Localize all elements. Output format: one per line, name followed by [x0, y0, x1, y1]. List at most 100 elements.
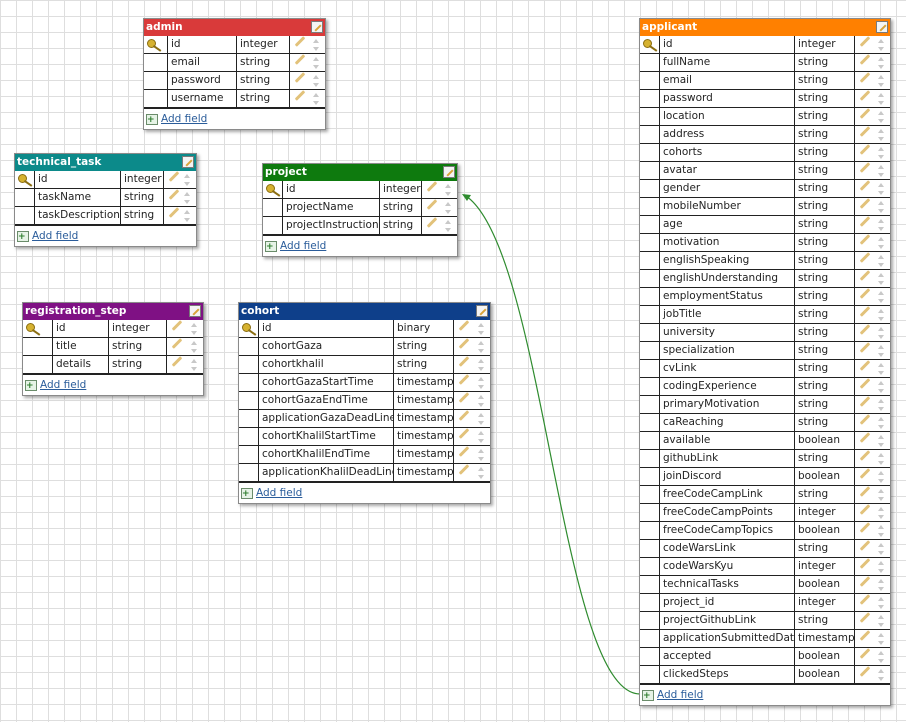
edit-field-pencil-icon[interactable]: [859, 252, 871, 263]
add-field-link[interactable]: Add field: [280, 240, 326, 252]
field-row[interactable]: caReaching string: [640, 414, 890, 432]
field-row[interactable]: cohortGazaEndTime timestamp: [239, 392, 490, 410]
field-row[interactable]: mobileNumber string: [640, 198, 890, 216]
edit-field-pencil-icon[interactable]: [859, 432, 871, 443]
reorder-arrows-icon[interactable]: [478, 467, 485, 479]
add-field-icon[interactable]: [265, 237, 277, 257]
reorder-arrows-icon[interactable]: [878, 543, 885, 555]
add-field-link[interactable]: Add field: [161, 113, 207, 125]
add-field-link[interactable]: Add field: [657, 689, 703, 701]
reorder-arrows-icon[interactable]: [184, 210, 191, 222]
edit-field-pencil-icon[interactable]: [859, 396, 871, 407]
edit-field-pencil-icon[interactable]: [458, 356, 470, 367]
field-row[interactable]: university string: [640, 324, 890, 342]
edit-table-icon[interactable]: [182, 156, 194, 168]
edit-field-pencil-icon[interactable]: [458, 374, 470, 385]
edit-field-pencil-icon[interactable]: [458, 410, 470, 421]
edit-field-pencil-icon[interactable]: [171, 320, 183, 331]
field-row[interactable]: clickedSteps boolean: [640, 666, 890, 684]
field-row[interactable]: age string: [640, 216, 890, 234]
table-header[interactable]: cohort: [239, 303, 490, 320]
edit-field-pencil-icon[interactable]: [458, 428, 470, 439]
table-header[interactable]: admin: [144, 19, 325, 36]
add-field-icon[interactable]: [25, 376, 37, 396]
reorder-arrows-icon[interactable]: [878, 39, 885, 51]
edit-field-pencil-icon[interactable]: [859, 612, 871, 623]
reorder-arrows-icon[interactable]: [878, 219, 885, 231]
reorder-arrows-icon[interactable]: [878, 579, 885, 591]
edit-field-pencil-icon[interactable]: [859, 468, 871, 479]
edit-field-pencil-icon[interactable]: [859, 306, 871, 317]
reorder-arrows-icon[interactable]: [878, 111, 885, 123]
edit-field-pencil-icon[interactable]: [859, 126, 871, 137]
field-row[interactable]: avatar string: [640, 162, 890, 180]
edit-field-pencil-icon[interactable]: [859, 522, 871, 533]
edit-field-pencil-icon[interactable]: [168, 207, 180, 218]
field-row[interactable]: applicationGazaDeadLine timestamp: [239, 410, 490, 428]
edit-table-icon[interactable]: [311, 21, 323, 33]
table-admin[interactable]: admin id integer email string password string u…: [143, 18, 326, 130]
add-field-icon[interactable]: [146, 110, 158, 130]
edit-field-pencil-icon[interactable]: [294, 36, 306, 47]
edit-field-pencil-icon[interactable]: [426, 217, 438, 228]
field-row[interactable]: codeWarsLink string: [640, 540, 890, 558]
reorder-arrows-icon[interactable]: [478, 449, 485, 461]
field-row[interactable]: accepted boolean: [640, 648, 890, 666]
reorder-arrows-icon[interactable]: [191, 359, 198, 371]
reorder-arrows-icon[interactable]: [878, 363, 885, 375]
edit-table-icon[interactable]: [876, 21, 888, 33]
field-row[interactable]: applicationKhalilDeadLine timestamp: [239, 464, 490, 482]
edit-field-pencil-icon[interactable]: [859, 288, 871, 299]
reorder-arrows-icon[interactable]: [878, 561, 885, 573]
reorder-arrows-icon[interactable]: [878, 417, 885, 429]
field-row[interactable]: specialization string: [640, 342, 890, 360]
field-row[interactable]: motivation string: [640, 234, 890, 252]
field-row[interactable]: projectGithubLink string: [640, 612, 890, 630]
field-row[interactable]: taskName string: [15, 189, 196, 207]
field-row[interactable]: cohorts string: [640, 144, 890, 162]
reorder-arrows-icon[interactable]: [878, 165, 885, 177]
edit-field-pencil-icon[interactable]: [426, 181, 438, 192]
edit-field-pencil-icon[interactable]: [859, 162, 871, 173]
reorder-arrows-icon[interactable]: [878, 453, 885, 465]
field-row[interactable]: codeWarsKyu integer: [640, 558, 890, 576]
reorder-arrows-icon[interactable]: [878, 327, 885, 339]
reorder-arrows-icon[interactable]: [478, 431, 485, 443]
table-technical-task[interactable]: technical_task id integer taskName string tas…: [14, 153, 197, 247]
reorder-arrows-icon[interactable]: [478, 359, 485, 371]
field-row[interactable]: gender string: [640, 180, 890, 198]
reorder-arrows-icon[interactable]: [878, 129, 885, 141]
reorder-arrows-icon[interactable]: [878, 651, 885, 663]
field-row[interactable]: primaryMotivation string: [640, 396, 890, 414]
reorder-arrows-icon[interactable]: [878, 489, 885, 501]
reorder-arrows-icon[interactable]: [445, 202, 452, 214]
edit-field-pencil-icon[interactable]: [859, 414, 871, 425]
field-row[interactable]: email string: [640, 72, 890, 90]
edit-field-pencil-icon[interactable]: [859, 234, 871, 245]
edit-field-pencil-icon[interactable]: [859, 378, 871, 389]
edit-table-icon[interactable]: [443, 166, 455, 178]
reorder-arrows-icon[interactable]: [478, 323, 485, 335]
reorder-arrows-icon[interactable]: [878, 615, 885, 627]
edit-field-pencil-icon[interactable]: [168, 171, 180, 182]
table-header[interactable]: applicant: [640, 19, 890, 36]
field-row[interactable]: cohortkhalil string: [239, 356, 490, 374]
add-field-icon[interactable]: [642, 686, 654, 706]
edit-field-pencil-icon[interactable]: [859, 486, 871, 497]
reorder-arrows-icon[interactable]: [478, 377, 485, 389]
edit-field-pencil-icon[interactable]: [859, 144, 871, 155]
field-row[interactable]: address string: [640, 126, 890, 144]
add-field-link[interactable]: Add field: [256, 487, 302, 499]
reorder-arrows-icon[interactable]: [878, 183, 885, 195]
edit-field-pencil-icon[interactable]: [859, 630, 871, 641]
edit-field-pencil-icon[interactable]: [458, 464, 470, 475]
table-project[interactable]: project id integer projectName string project…: [262, 163, 458, 257]
field-row[interactable]: cohortKhalilStartTime timestamp: [239, 428, 490, 446]
field-row[interactable]: projectName string: [263, 199, 457, 217]
reorder-arrows-icon[interactable]: [313, 93, 320, 105]
field-row[interactable]: location string: [640, 108, 890, 126]
reorder-arrows-icon[interactable]: [878, 633, 885, 645]
edit-field-pencil-icon[interactable]: [458, 446, 470, 457]
field-row[interactable]: id integer: [144, 36, 325, 54]
edit-field-pencil-icon[interactable]: [859, 36, 871, 47]
